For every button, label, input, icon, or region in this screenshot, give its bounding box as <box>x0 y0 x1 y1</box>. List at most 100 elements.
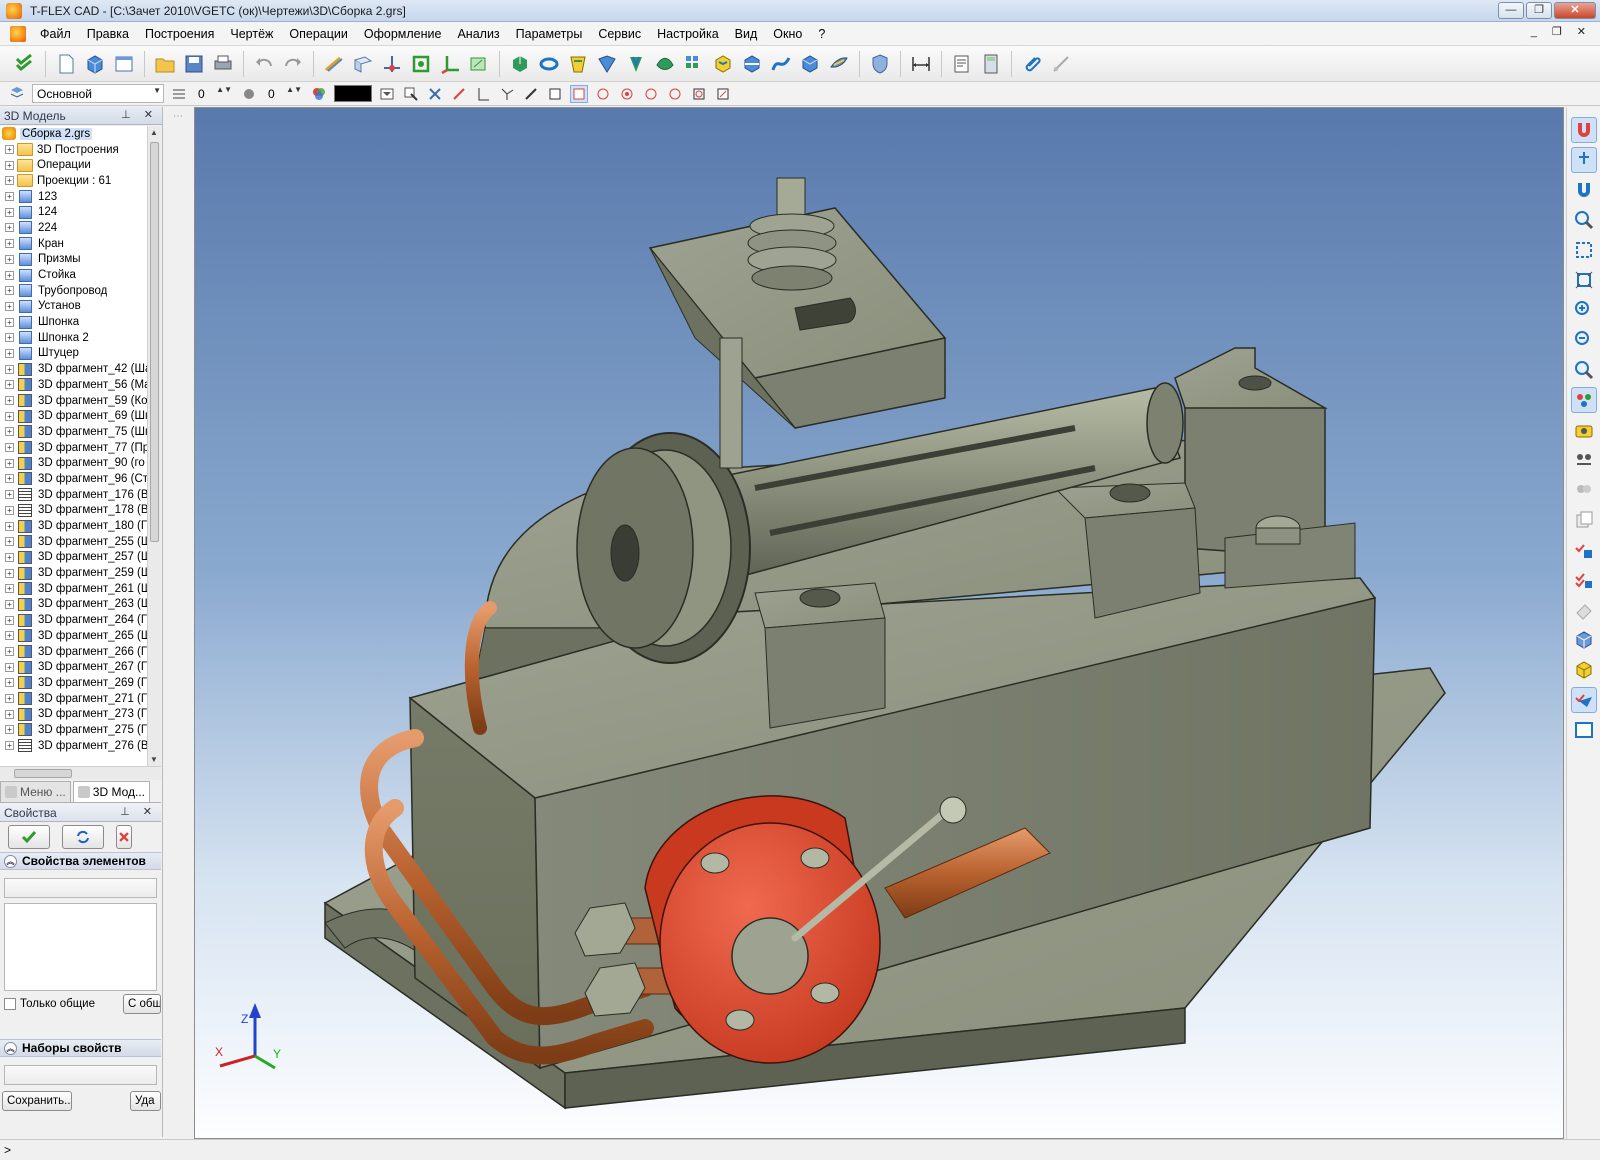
restore-button[interactable]: ❐ <box>1526 2 1552 19</box>
new-3d-model-icon[interactable] <box>82 51 108 77</box>
check-all-icon[interactable] <box>1571 567 1597 593</box>
menu-view[interactable]: Вид <box>727 23 766 45</box>
loft-icon[interactable] <box>565 51 591 77</box>
tab-3d-model[interactable]: 3D Мод... <box>72 781 150 802</box>
snap-icon[interactable] <box>426 85 444 103</box>
expand-icon[interactable]: + <box>5 223 14 233</box>
copy-view-icon[interactable] <box>1571 507 1597 533</box>
expand-icon[interactable]: + <box>5 443 14 453</box>
tree-item[interactable]: + Операции <box>0 157 147 173</box>
properties-field[interactable] <box>4 878 157 898</box>
confirm-check-icon[interactable] <box>12 51 38 77</box>
tree-item[interactable]: +123 <box>0 189 147 205</box>
panel-header-buttons[interactable]: ⊥ ✕ <box>120 805 157 818</box>
expand-icon[interactable]: + <box>5 427 14 437</box>
only-common-checkbox[interactable] <box>4 998 16 1010</box>
undo-icon[interactable] <box>251 51 277 77</box>
expand-icon[interactable]: + <box>5 396 14 406</box>
walk-icon[interactable] <box>1571 447 1597 473</box>
tree-item[interactable]: +3D фрагмент_259 (Ш <box>0 565 147 581</box>
tree-item[interactable]: +3D фрагмент_273 (Г <box>0 706 147 722</box>
tree-item[interactable]: +3D фрагмент_264 (Г <box>0 612 147 628</box>
menu-file[interactable]: Файл <box>32 23 79 45</box>
app-logo-icon[interactable] <box>6 2 22 19</box>
expand-icon[interactable]: + <box>5 270 14 280</box>
cut-icon[interactable] <box>739 51 765 77</box>
tree-item[interactable]: +3D фрагмент_257 (Ш <box>0 550 147 566</box>
expand-icon[interactable]: + <box>5 599 14 609</box>
tree-vertical-scrollbar[interactable]: ▲ ▼ <box>147 126 161 766</box>
tree-item[interactable]: +224 <box>0 220 147 236</box>
node-icon[interactable] <box>379 51 405 77</box>
rotate-icon[interactable] <box>536 51 562 77</box>
menu-construct[interactable]: Построения <box>137 23 222 45</box>
expand-icon[interactable]: + <box>5 364 14 374</box>
tree-item[interactable]: +3D фрагмент_180 (Г <box>0 518 147 534</box>
tree-item[interactable]: +3D фрагмент_275 (Г <box>0 722 147 738</box>
tree-item[interactable]: +3D фрагмент_261 (Ш <box>0 581 147 597</box>
shield-icon[interactable] <box>867 51 893 77</box>
expand-icon[interactable]: + <box>5 615 14 625</box>
axis-filter-icon[interactable] <box>474 85 492 103</box>
body-filter-icon[interactable] <box>570 84 588 103</box>
tree-item[interactable]: +3D фрагмент_255 (Ш <box>0 534 147 550</box>
measure-icon[interactable] <box>1048 51 1074 77</box>
expand-icon[interactable]: + <box>5 694 14 704</box>
tree-item[interactable]: +3D фрагмент_271 (Г <box>0 691 147 707</box>
tree-item[interactable]: + Проекции : 61 <box>0 173 147 189</box>
scroll-thumb[interactable] <box>14 769 72 778</box>
zoom-icon[interactable] <box>1571 207 1597 233</box>
layer-combo[interactable]: Основной ▼ <box>32 84 164 103</box>
menu-operations[interactable]: Операции <box>281 23 355 45</box>
zoom-fit-icon[interactable] <box>1571 267 1597 293</box>
shell-icon[interactable] <box>710 51 736 77</box>
expand-icon[interactable]: + <box>5 678 14 688</box>
tree-item[interactable]: +124 <box>0 204 147 220</box>
tree-item[interactable]: + Кран <box>0 236 147 252</box>
tree-item[interactable]: + Шпонка 2 <box>0 330 147 346</box>
tree-root[interactable]: Сборка 2.grs <box>0 126 147 142</box>
tree-item[interactable]: + Штуцер <box>0 346 147 362</box>
menu-parameters[interactable]: Параметры <box>508 23 591 45</box>
tree-item[interactable]: +3D фрагмент_266 (Г <box>0 644 147 660</box>
expand-icon[interactable]: + <box>5 207 14 217</box>
expand-icon[interactable]: + <box>5 568 14 578</box>
tab-menu[interactable]: Меню ... <box>0 781 71 802</box>
expand-icon[interactable]: + <box>5 239 14 249</box>
expand-icon[interactable]: + <box>5 411 14 421</box>
property-set-field[interactable] <box>4 1065 157 1085</box>
zoom-window-icon[interactable] <box>1571 237 1597 263</box>
tree-item[interactable]: +3D фрагмент_269 (Г <box>0 675 147 691</box>
smooth-edges-icon[interactable] <box>652 51 678 77</box>
color-palette-icon[interactable] <box>310 85 328 103</box>
3d-viewport[interactable]: Z X Y <box>194 107 1564 1139</box>
zoom-out-icon[interactable] <box>1571 327 1597 353</box>
tree-item[interactable]: +3D фрагмент_77 (Пр <box>0 440 147 456</box>
camera-icon[interactable] <box>1571 417 1597 443</box>
panel-header-buttons[interactable]: ⊥ ✕ <box>121 108 158 121</box>
boolean-icon[interactable] <box>623 51 649 77</box>
expand-icon[interactable]: + <box>5 333 14 343</box>
surface-icon[interactable] <box>826 51 852 77</box>
menu-analysis[interactable]: Анализ <box>449 23 507 45</box>
tree-item[interactable]: + Установ <box>0 299 147 315</box>
expand-icon[interactable]: + <box>5 301 14 311</box>
tree-item[interactable]: + Шпонка <box>0 314 147 330</box>
expand-icon[interactable]: + <box>5 725 14 735</box>
tree-item[interactable]: +3D Построения <box>0 142 147 158</box>
loop-filter-icon[interactable] <box>594 85 612 103</box>
element-properties-header[interactable]: ︽ Свойства элементов <box>0 852 161 870</box>
new-document-icon[interactable] <box>53 51 79 77</box>
color-swatch[interactable] <box>334 85 372 102</box>
expand-icon[interactable]: + <box>5 662 14 672</box>
tree-item[interactable]: +3D фрагмент_75 (Шп <box>0 424 147 440</box>
magnet-icon[interactable] <box>1571 177 1597 203</box>
tree-item[interactable]: +3D фрагмент_276 (В <box>0 738 147 754</box>
cube-view-icon[interactable] <box>1571 627 1597 653</box>
scroll-thumb[interactable] <box>150 142 159 542</box>
expand-icon[interactable]: + <box>5 348 14 358</box>
level-stepper-2[interactable]: 0 ▲▼ <box>264 84 304 103</box>
line-tool-icon[interactable] <box>321 51 347 77</box>
dimension-icon[interactable] <box>908 51 934 77</box>
display-mode-icon[interactable] <box>1570 687 1597 713</box>
